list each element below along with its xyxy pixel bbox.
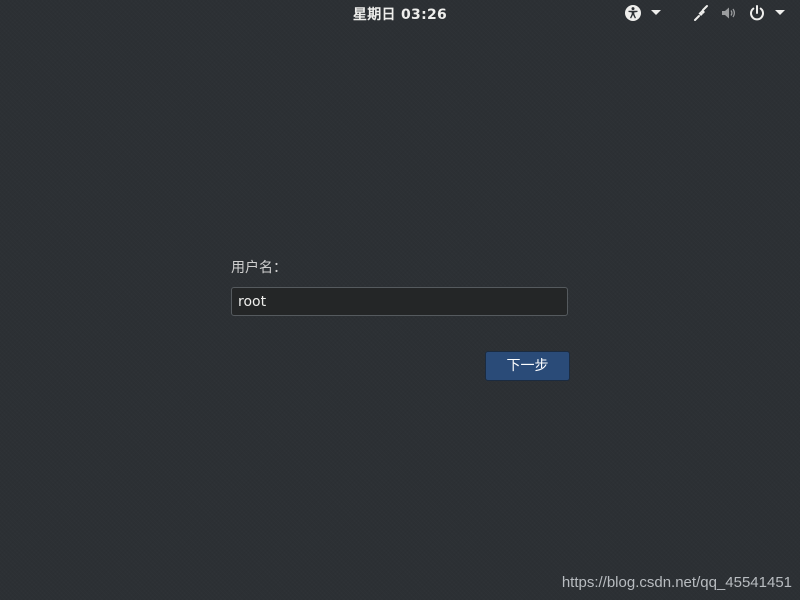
clock[interactable]: 星期日 03:26 bbox=[0, 4, 800, 24]
volume-icon[interactable] bbox=[720, 4, 738, 22]
username-label: 用户名： bbox=[231, 260, 287, 276]
accessibility-icon[interactable] bbox=[624, 4, 642, 22]
accessibility-menu-arrow-icon[interactable] bbox=[651, 10, 661, 15]
network-icon[interactable] bbox=[692, 4, 710, 22]
watermark-text: https://blog.csdn.net/qq_45541451 bbox=[561, 574, 792, 591]
system-menu-arrow-icon[interactable] bbox=[775, 10, 785, 15]
username-input[interactable] bbox=[232, 288, 567, 315]
power-icon[interactable] bbox=[748, 4, 766, 22]
login-form: 用户名： 下一步 bbox=[231, 258, 570, 381]
username-field-frame bbox=[231, 287, 568, 316]
next-button[interactable]: 下一步 bbox=[485, 351, 570, 381]
top-bar: 星期日 03:26 bbox=[0, 0, 800, 27]
